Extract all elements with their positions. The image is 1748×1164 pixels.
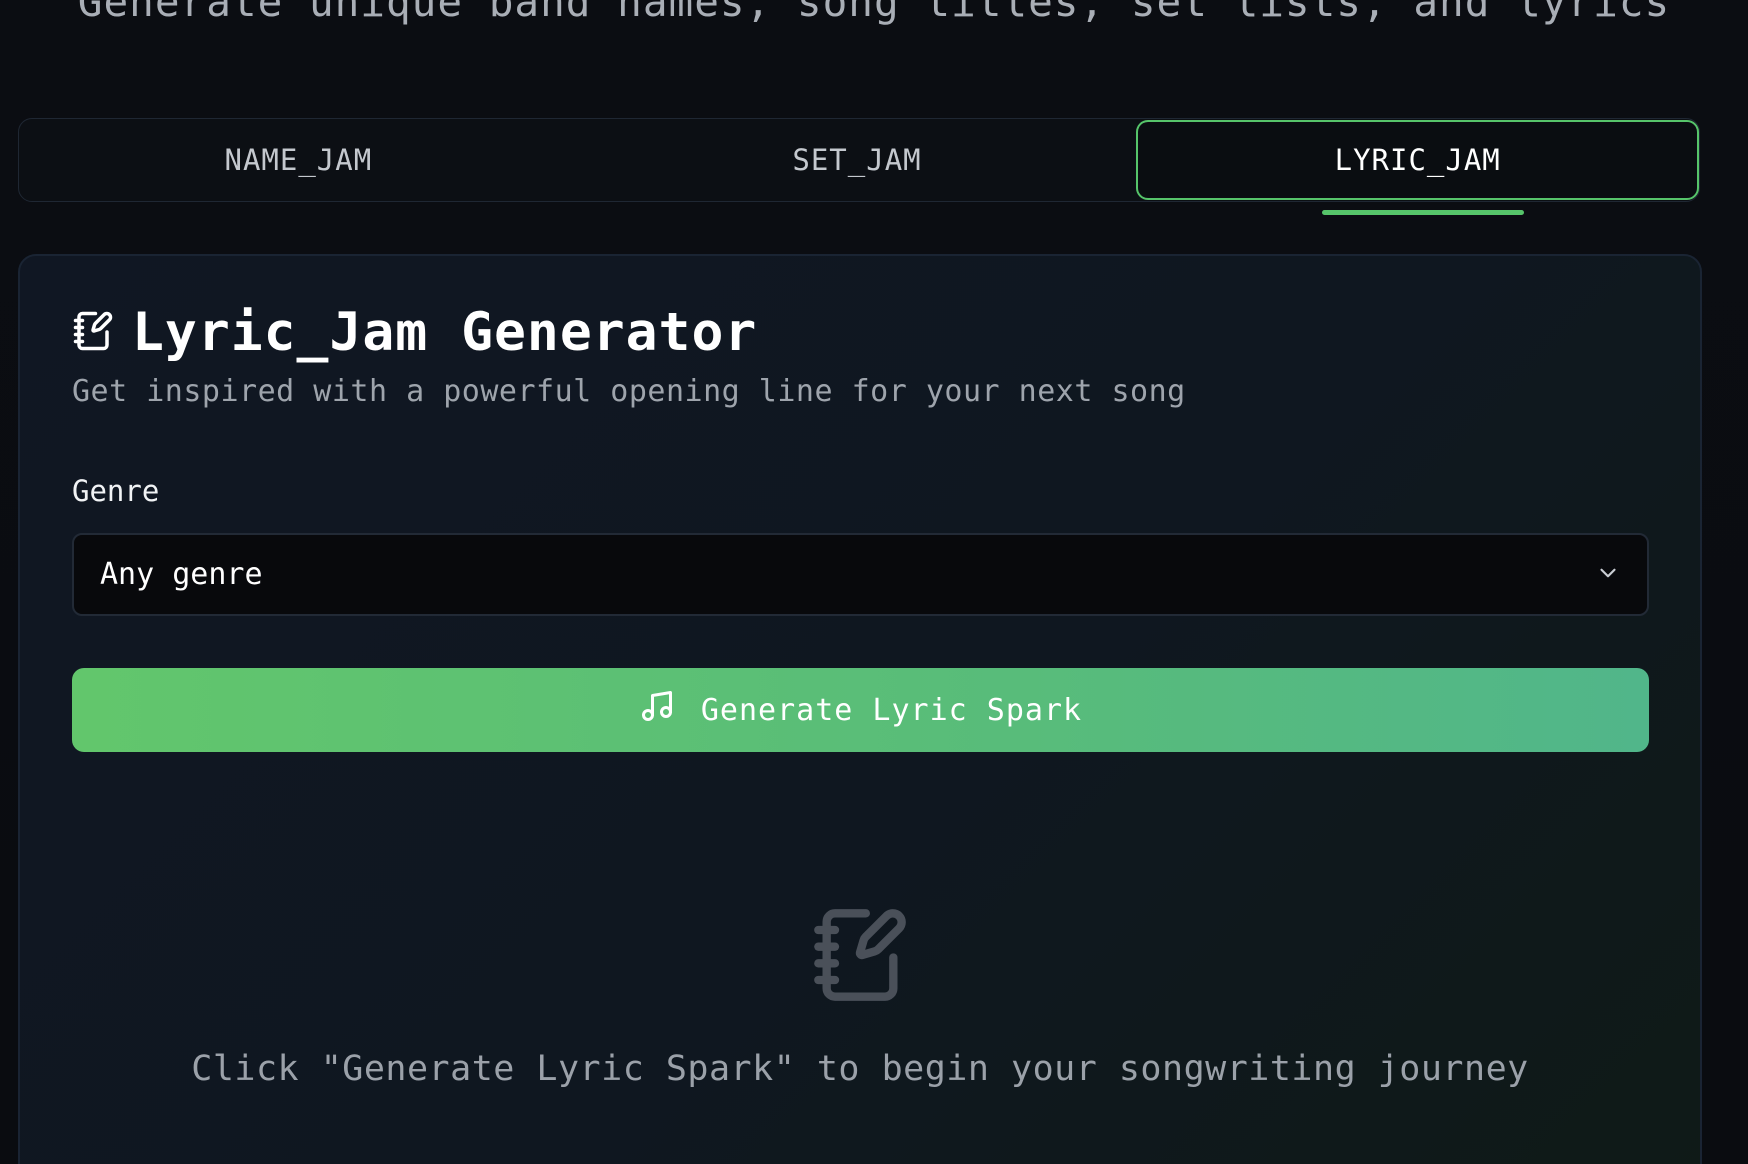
genre-select-value: Any genre	[100, 557, 263, 592]
tab-name-jam[interactable]: NAME_JAM	[19, 119, 578, 201]
tab-lyric-jam[interactable]: LYRIC_JAM	[1136, 120, 1700, 200]
notebook-pen-icon	[72, 310, 114, 356]
card-description: Get inspired with a powerful opening lin…	[72, 374, 1186, 409]
genre-label: Genre	[72, 474, 160, 508]
generate-button-label: Generate Lyric Spark	[700, 692, 1083, 728]
generate-lyric-spark-button[interactable]: Generate Lyric Spark	[72, 668, 1649, 752]
empty-state-message: Click "Generate Lyric Spark" to begin yo…	[191, 1049, 1529, 1089]
active-tab-indicator	[1322, 210, 1524, 215]
empty-state: Click "Generate Lyric Spark" to begin yo…	[0, 905, 1720, 1089]
tab-bar: NAME_JAM SET_JAM LYRIC_JAM	[18, 118, 1700, 202]
card-title-text: Lyric_Jam Generator	[132, 302, 758, 363]
card-title: Lyric_Jam Generator	[72, 302, 757, 363]
notebook-pen-icon	[810, 905, 910, 1009]
music-note-icon	[639, 688, 675, 732]
tab-set-jam[interactable]: SET_JAM	[578, 119, 1137, 201]
page: Generate unique band names, song titles,…	[0, 0, 1748, 1164]
header-subtitle: Generate unique band names, song titles,…	[77, 0, 1671, 26]
genre-select[interactable]: Any genre	[72, 533, 1649, 616]
chevron-down-icon	[1595, 560, 1621, 590]
